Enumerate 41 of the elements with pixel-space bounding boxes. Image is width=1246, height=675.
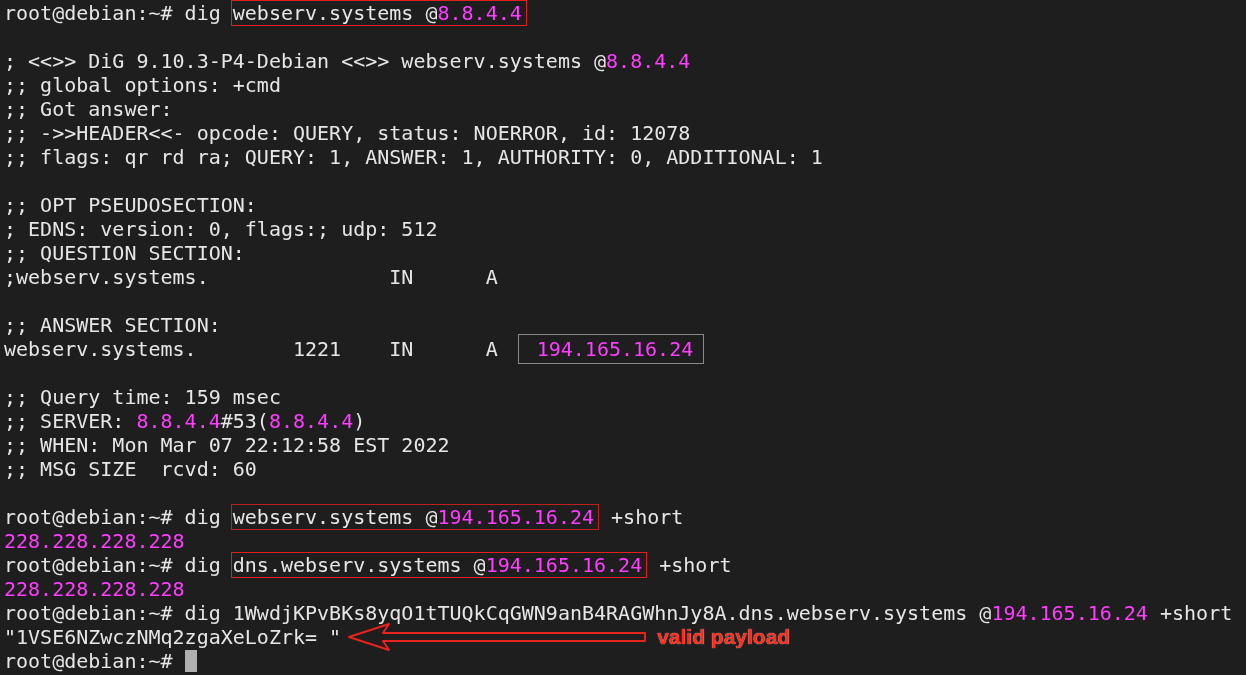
terminal-text: ; EDNS: version: 0, flags:; udp: 512 (4, 217, 438, 241)
ip-address: 194.165.16.24 (485, 553, 643, 577)
terminal-text: ;; Query time: 159 msec (4, 385, 281, 409)
terminal-text: +short (658, 553, 732, 577)
terminal-text: ; <<>> DiG 9.10.3-P4-Debian <<>> webserv.systems @ (4, 49, 607, 73)
terminal-text: ;; flags: qr rd ra; QUERY: 1, ANSWER: 1, AUTHORITY: 0, ADDITIONAL: 1 (4, 145, 823, 169)
terminal-text: ;; global options: +cmd (4, 73, 281, 97)
terminal-text: ;; OPT PSEUDOSECTION: (4, 193, 257, 217)
ip-address: 8.8.4.4 (437, 1, 522, 25)
terminal-text: +short (610, 505, 684, 529)
arrow-icon (347, 622, 648, 652)
terminal-text: root@debian:~# dig (4, 505, 222, 529)
terminal-text: ) (353, 409, 366, 433)
ip-address: 8.8.4.4 (268, 409, 354, 433)
ip-address: 228.228.228.228 (4, 529, 185, 553)
terminal-text: root@debian:~# dig (4, 1, 222, 25)
ip-address: 194.165.16.24 (991, 601, 1148, 625)
terminal-text: webserv.systems. 1221 IN A (4, 337, 498, 361)
terminal-text: "1VSE6NZwczNMq2zgaXeLoZrk= " (4, 625, 342, 649)
terminal-text: ;; SERVER: (4, 409, 126, 433)
terminal-text: ;; MSG SIZE rcvd: 60 (4, 457, 257, 481)
terminal-text: root@debian:~# dig (4, 553, 222, 577)
annotation-label: valid payload (657, 625, 791, 649)
ip-address: 228.228.228.228 (4, 577, 185, 601)
terminal-text: dns.webserv.systems @ (232, 553, 486, 577)
terminal-text: webserv.systems @ (232, 1, 438, 25)
ip-address: 194.165.16.24 (437, 505, 595, 529)
terminal-text: ;webserv.systems. IN A (4, 265, 498, 289)
terminal-text: ;; QUESTION SECTION: (4, 241, 245, 265)
terminal-text: ;; WHEN: Mon Mar 07 22:12:58 EST 2022 (4, 433, 450, 457)
ip-address: 8.8.4.4 (136, 409, 221, 433)
terminal-text: ;; ->>HEADER<<- opcode: QUERY, status: NOERROR, id: 12078 (4, 121, 691, 145)
ip-address: 8.8.4.4 (606, 49, 691, 73)
terminal-text: webserv.systems @ (232, 505, 438, 529)
ip-address: 194.165.16.24 (536, 337, 694, 361)
terminal-text: ;; Got answer: (4, 97, 173, 121)
terminal-text: #53( (220, 409, 269, 433)
terminal-text: root@debian:~# dig 1WwdjKPvBKs8yqO1tTUQkCqGWN9anB4RAGWhnJy8A.dns.webserv.systems @ (4, 601, 992, 625)
terminal-text: +short (1158, 601, 1233, 625)
terminal-text: ;; ANSWER SECTION: (4, 313, 221, 337)
terminal-text: root@debian:~# (4, 649, 174, 673)
